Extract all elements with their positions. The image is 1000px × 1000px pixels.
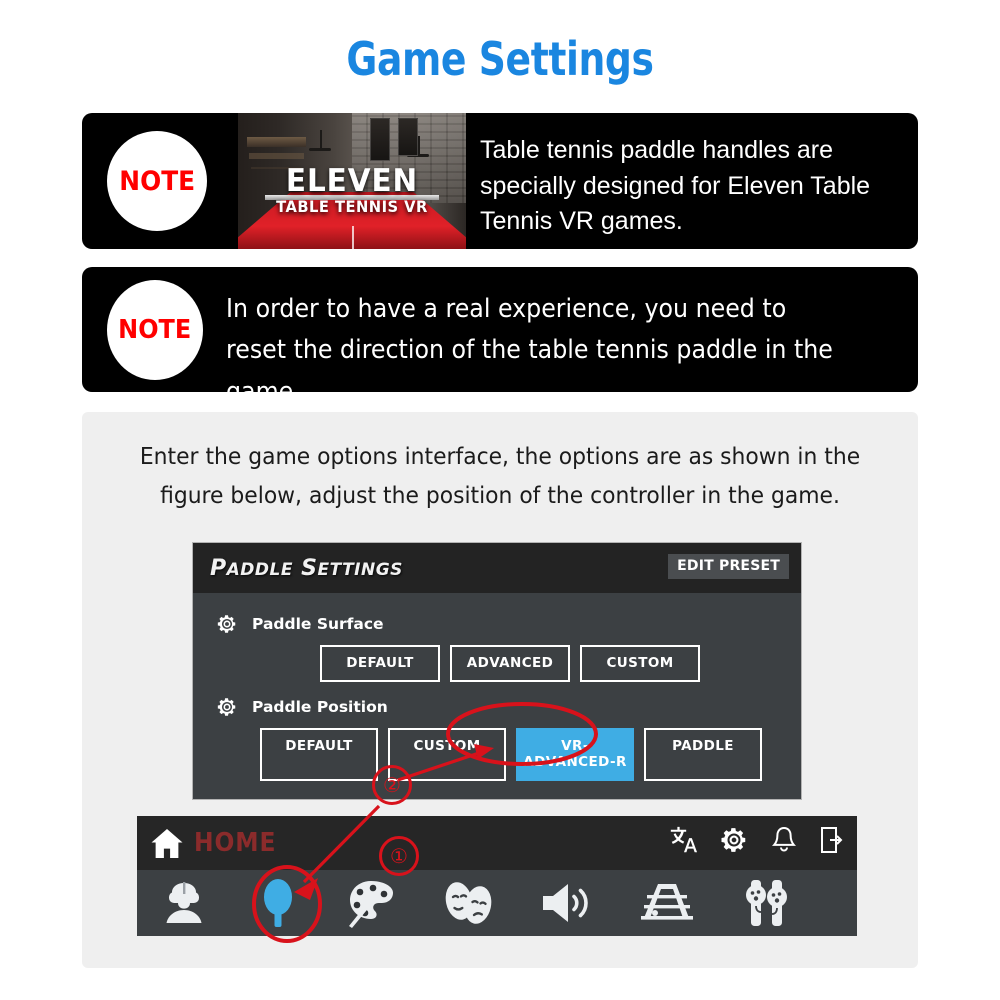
game-logo-line2: TABLE TENNIS VR [276,196,428,216]
title-s: S [301,555,318,581]
title-p: P [210,555,227,581]
paddle-settings-panel: PADDLE SETTINGS EDIT PRESET Paddle Surfa… [193,543,801,799]
thumbnail-poster [370,118,391,162]
thumbnail-poster [397,118,418,156]
paddle-surface-label: Paddle Surface [252,615,384,633]
note-1-text: Table tennis paddle handles are speciall… [480,136,871,235]
home-bar-bottom-icons [137,870,857,936]
palette-icon[interactable] [343,877,397,929]
bell-icon[interactable] [770,825,798,855]
table-icon[interactable] [636,878,698,928]
paddle-surface-options: DEFAULT ADVANCED CUSTOM [320,645,801,682]
title-addle: ADDLE [226,559,293,580]
controllers-icon[interactable] [739,878,795,928]
option-paddle-surface-advanced[interactable]: ADVANCED [450,645,570,682]
option-paddle-position-vr-advanced-r[interactable]: VR-ADVANCED-R [516,728,634,781]
title-ettings: ETTINGS [317,559,403,580]
annotation-marker-1: ① [379,836,419,876]
option-paddle-position-paddle[interactable]: PADDLE [644,728,762,781]
instruction-panel: Enter the game options interface, the op… [82,412,918,968]
paddle-settings-body: Paddle Surface DEFAULT ADVANCED CUSTOM P… [193,593,801,781]
game-logo: ELEVEN TABLE TENNIS VR [238,163,466,216]
avatar-vr-headset-icon[interactable] [155,878,213,928]
thumbnail-table-centerline [352,226,354,249]
paddle-surface-row-label: Paddle Surface [216,613,801,635]
gear-icon[interactable] [719,825,749,855]
note-box-1: NOTE ELEVEN TABLE TENNIS VR Table tennis… [82,113,918,249]
note-badge-label: NOTE [118,315,192,345]
home-bar-top-icons [668,825,845,855]
annotation-marker-2: ② [372,765,412,805]
paddle-icon[interactable] [254,877,302,929]
home-bar-top: HOME [137,816,857,870]
translate-icon[interactable] [668,825,698,855]
page-root: Game Settings NOTE ELEVEN TABLE TENNIS V… [0,0,1000,1000]
edit-preset-button[interactable]: EDIT PRESET [668,554,789,579]
exit-icon[interactable] [819,825,845,855]
game-logo-line1: ELEVEN [285,163,419,200]
home-bar: HOME [137,816,857,936]
speaker-icon[interactable] [539,879,595,927]
gear-icon [217,698,236,716]
instruction-text: Enter the game options interface, the op… [139,444,861,510]
masks-icon[interactable] [438,879,498,927]
game-thumbnail: ELEVEN TABLE TENNIS VR [238,113,466,249]
option-paddle-surface-default[interactable]: DEFAULT [320,645,440,682]
paddle-settings-title: PADDLE SETTINGS [210,556,403,581]
thumbnail-lamp [308,130,331,152]
note-box-2: NOTE In order to have a real experience,… [82,267,918,392]
paddle-settings-header: PADDLE SETTINGS EDIT PRESET [193,543,801,593]
note-2-text: In order to have a real experience, you … [226,294,833,392]
note-badge: NOTE [107,131,207,231]
thumbnail-shelf [247,137,307,147]
note-badge: NOTE [107,280,203,380]
page-title: Game Settings [346,32,654,86]
option-paddle-surface-custom[interactable]: CUSTOM [580,645,700,682]
paddle-position-label: Paddle Position [252,698,388,716]
paddle-position-row-label: Paddle Position [216,696,801,718]
note-badge-label: NOTE [119,165,195,197]
option-paddle-position-default[interactable]: DEFAULT [260,728,378,781]
home-label: HOME [194,828,277,858]
gear-icon [217,615,236,633]
home-icon[interactable] [150,828,184,859]
paddle-position-options: DEFAULT CUSTOM VR-ADVANCED-R PADDLE [260,728,801,781]
